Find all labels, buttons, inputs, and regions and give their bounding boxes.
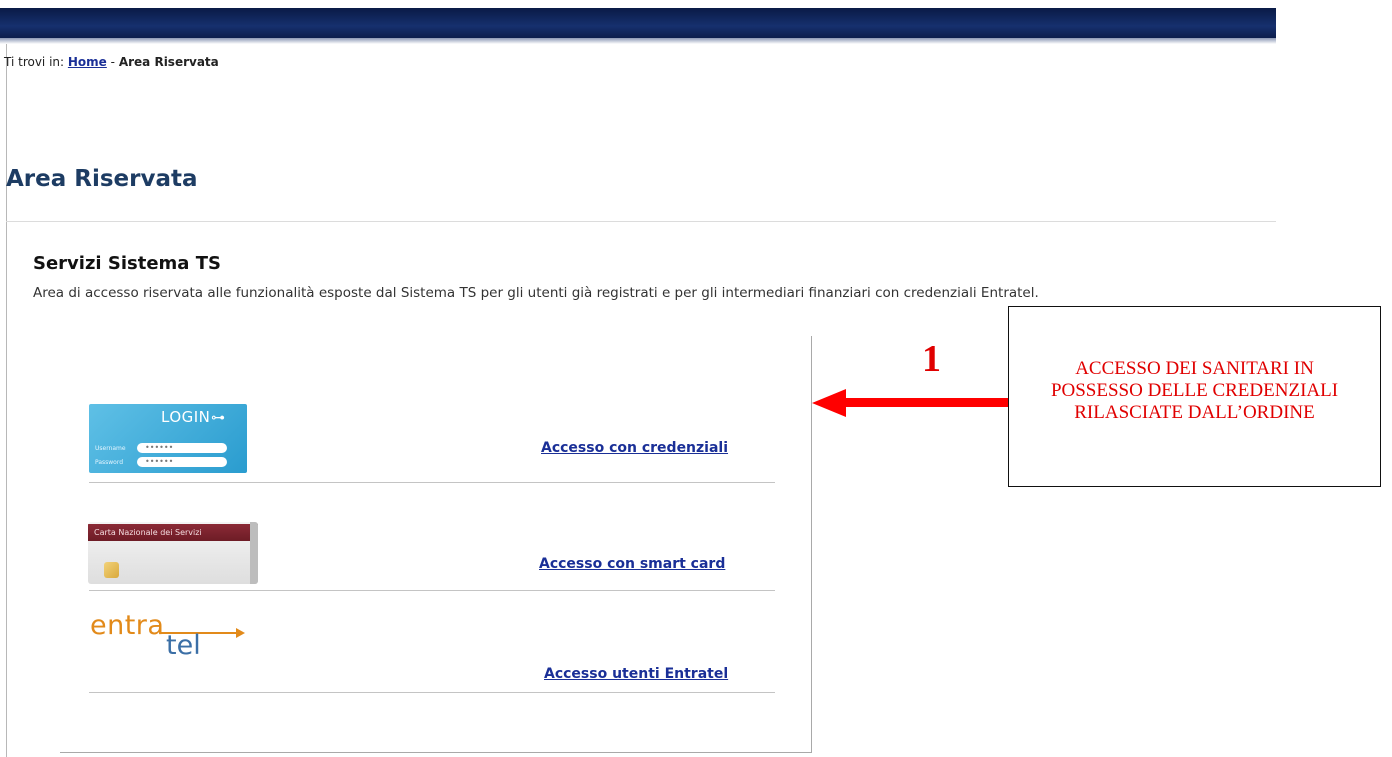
title-divider bbox=[6, 221, 1276, 222]
smart-card-band: Carta Nazionale dei Servizi bbox=[88, 524, 258, 541]
login-card-logo: LOGIN ⊶ Username •••••• Password •••••• bbox=[89, 404, 247, 473]
breadcrumb: Ti trovi in: Home - Area Riservata bbox=[4, 55, 219, 69]
access-entratel-link[interactable]: Accesso utenti Entratel bbox=[544, 666, 728, 682]
entratel-arrow-tip bbox=[236, 628, 245, 638]
username-mask: •••••• bbox=[137, 443, 227, 453]
page-title: Area Riservata bbox=[6, 166, 198, 192]
option-divider bbox=[89, 692, 775, 693]
section-description: Area di accesso riservata alle funzional… bbox=[33, 285, 1039, 301]
breadcrumb-current: Area Riservata bbox=[118, 55, 219, 69]
key-icon: ⊶ bbox=[211, 410, 225, 426]
header-bar bbox=[0, 8, 1276, 38]
entratel-logo-part2: tel bbox=[166, 630, 201, 661]
password-mask: •••••• bbox=[137, 457, 227, 467]
left-divider bbox=[6, 44, 7, 757]
header-shadow bbox=[0, 38, 1276, 44]
smart-card-logo: Carta Nazionale dei Servizi bbox=[88, 522, 258, 584]
annotation-text: ACCESSO DEI SANITARI IN POSSESSO DELLE C… bbox=[1050, 357, 1339, 423]
annotation-number: 1 bbox=[922, 338, 941, 380]
option-divider bbox=[89, 482, 775, 483]
access-smartcard-link[interactable]: Accesso con smart card bbox=[539, 556, 725, 572]
entratel-logo-part1: entra bbox=[90, 610, 165, 641]
login-card-title: LOGIN bbox=[161, 408, 211, 426]
annotation-arrow-head bbox=[812, 389, 846, 417]
section-title: Servizi Sistema TS bbox=[33, 253, 221, 274]
annotation-box: ACCESSO DEI SANITARI IN POSSESSO DELLE C… bbox=[1008, 306, 1381, 487]
username-label: Username bbox=[95, 445, 126, 452]
breadcrumb-home-link[interactable]: Home bbox=[68, 55, 107, 69]
chip-icon bbox=[104, 562, 119, 578]
access-credentials-link[interactable]: Accesso con credenziali bbox=[541, 440, 728, 456]
smart-card-edge bbox=[250, 522, 258, 584]
entratel-logo: entra tel bbox=[90, 610, 260, 661]
breadcrumb-separator: - bbox=[110, 55, 115, 69]
option-divider bbox=[89, 590, 775, 591]
breadcrumb-prefix: Ti trovi in: bbox=[4, 55, 65, 69]
password-label: Password bbox=[95, 459, 124, 466]
annotation-arrow bbox=[842, 398, 1010, 407]
